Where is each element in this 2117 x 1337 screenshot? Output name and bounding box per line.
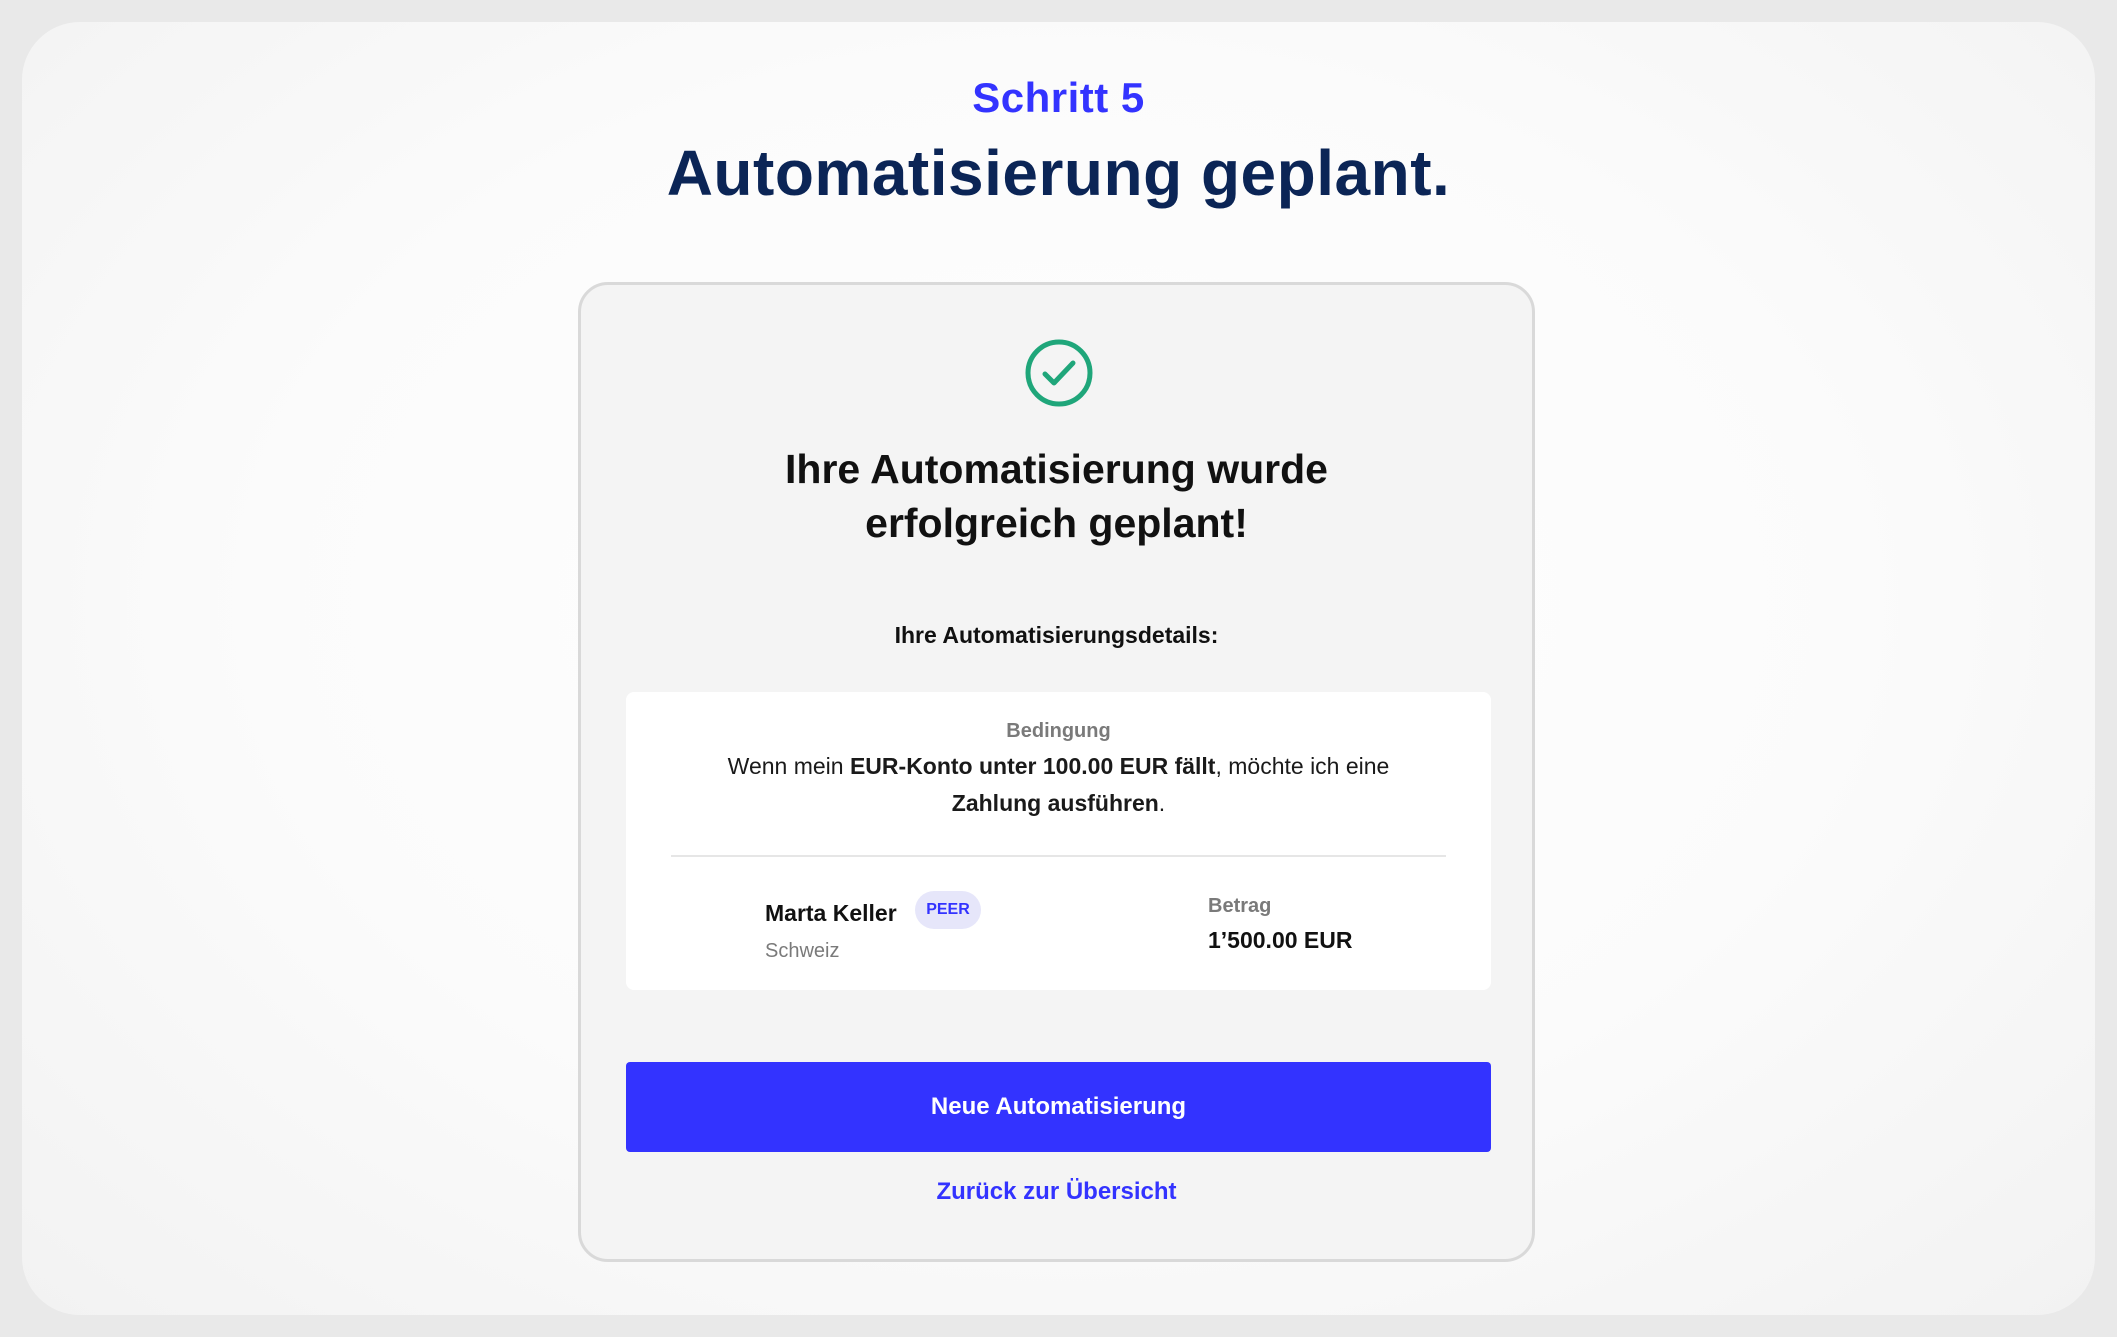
- condition-text: Wenn mein EUR-Konto unter 100.00 EUR fäl…: [686, 748, 1431, 822]
- back-to-overview-link[interactable]: Zurück zur Übersicht: [581, 1178, 1532, 1206]
- new-automation-button[interactable]: Neue Automatisierung: [626, 1062, 1491, 1152]
- success-heading: Ihre Automatisierung wurde erfolgreich g…: [581, 442, 1532, 550]
- condition-text-part2: , möchte ich eine: [1215, 753, 1390, 779]
- amount-label: Betrag: [1208, 895, 1272, 917]
- success-heading-line2: erfolgreich geplant!: [865, 500, 1248, 546]
- recipient-name: Marta Keller: [765, 900, 897, 926]
- page-title: Automatisierung geplant.: [666, 137, 1451, 209]
- peer-badge: PEER: [915, 891, 981, 929]
- details-heading: Ihre Automatisierungsdetails:: [894, 622, 1219, 648]
- condition-text-part1: Wenn mein: [727, 753, 850, 779]
- success-heading-line1: Ihre Automatisierung wurde: [785, 446, 1328, 492]
- automation-details: Bedingung Wenn mein EUR-Konto unter 100.…: [626, 692, 1491, 990]
- condition-account-threshold: EUR-Konto unter 100.00 EUR fällt: [849, 753, 1216, 779]
- amount-value: 1’500.00 EUR: [1208, 927, 1353, 953]
- condition-text-part3: .: [1158, 790, 1166, 816]
- check-circle-icon: [1025, 339, 1093, 407]
- divider: [671, 855, 1446, 857]
- step-label: Schritt 5: [972, 74, 1145, 121]
- recipient-country: Schweiz: [765, 940, 840, 962]
- condition-label: Bedingung: [1006, 720, 1111, 742]
- condition-action: Zahlung ausführen: [951, 790, 1159, 816]
- confirmation-card: Ihre Automatisierung wurde erfolgreich g…: [578, 282, 1535, 1262]
